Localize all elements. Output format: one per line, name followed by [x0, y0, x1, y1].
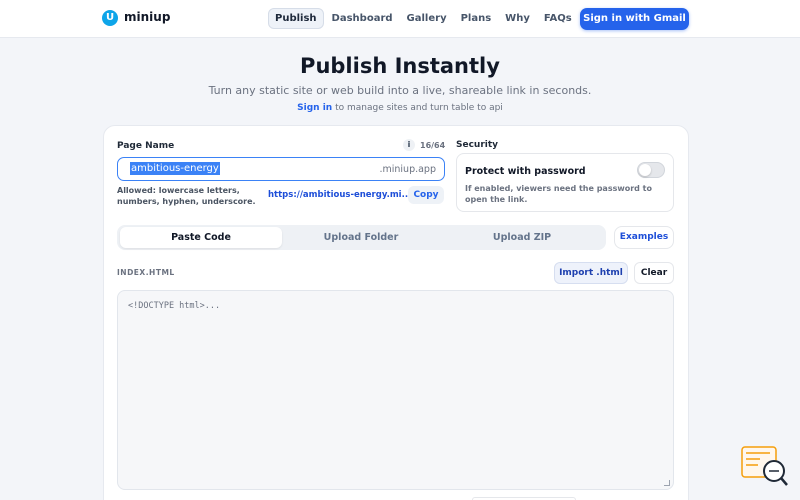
- page-name-input[interactable]: ambitious-energy .miniup.app: [117, 157, 445, 181]
- source-tabs: Paste Code Upload Folder Upload ZIP: [117, 225, 606, 250]
- import-html-button[interactable]: Import .html: [554, 262, 628, 284]
- clear-button[interactable]: Clear: [634, 262, 674, 284]
- resize-handle-icon[interactable]: [664, 480, 670, 486]
- logo-icon[interactable]: U: [102, 10, 118, 26]
- sign-in-gmail-button[interactable]: Sign in with Gmail: [580, 8, 689, 30]
- sign-in-note: Sign in to manage sites and turn table t…: [0, 103, 800, 113]
- copy-button[interactable]: Copy: [408, 186, 444, 204]
- brand-name[interactable]: miniup: [124, 10, 170, 24]
- allowed-chars-hint: Allowed: lowercase letters, numbers, hyp…: [117, 186, 256, 206]
- sign-in-note-text: to manage sites and turn table to api: [332, 103, 503, 113]
- nav-dashboard[interactable]: Dashboard: [326, 8, 399, 29]
- page-name-value[interactable]: ambitious-energy: [130, 162, 220, 175]
- protect-password-label: Protect with password: [465, 166, 586, 177]
- sign-in-link[interactable]: Sign in: [297, 103, 332, 113]
- page-name-label: Page Name: [117, 141, 175, 151]
- examples-button[interactable]: Examples: [614, 226, 674, 249]
- protect-password-description: If enabled, viewers need the password to…: [465, 184, 652, 204]
- tab-upload-zip[interactable]: Upload ZIP: [441, 227, 603, 248]
- document-search-icon: [741, 446, 788, 486]
- page-subtitle: Turn any static site or web build into a…: [208, 84, 592, 97]
- main-nav: Publish Dashboard Gallery Plans Why FAQs: [268, 8, 580, 29]
- char-count: 16/64: [420, 141, 446, 150]
- toggle-knob: [639, 164, 651, 176]
- tab-upload-folder[interactable]: Upload Folder: [280, 227, 442, 248]
- nav-why[interactable]: Why: [499, 8, 536, 29]
- domain-suffix: .miniup.app: [379, 164, 436, 175]
- nav-faqs[interactable]: FAQs: [538, 8, 578, 29]
- file-name-label: INDEX.HTML: [117, 268, 175, 277]
- nav-gallery[interactable]: Gallery: [401, 8, 453, 29]
- security-label: Security: [456, 140, 499, 150]
- top-nav-bar: U miniup Publish Dashboard Gallery Plans…: [0, 0, 800, 38]
- code-editor[interactable]: <!DOCTYPE html>...: [117, 290, 674, 490]
- nav-plans[interactable]: Plans: [455, 8, 498, 29]
- floating-help-widget[interactable]: [740, 445, 790, 490]
- page-title: Publish Instantly: [300, 54, 500, 78]
- nav-publish[interactable]: Publish: [268, 8, 324, 29]
- password-toggle[interactable]: [637, 162, 665, 178]
- info-icon[interactable]: i: [403, 139, 415, 151]
- security-panel: Protect with password If enabled, viewer…: [456, 153, 674, 212]
- url-preview-link[interactable]: https://ambitious-energy.mi...: [268, 190, 411, 200]
- code-placeholder: <!DOCTYPE html>...: [128, 301, 221, 311]
- tab-paste-code[interactable]: Paste Code: [120, 227, 282, 248]
